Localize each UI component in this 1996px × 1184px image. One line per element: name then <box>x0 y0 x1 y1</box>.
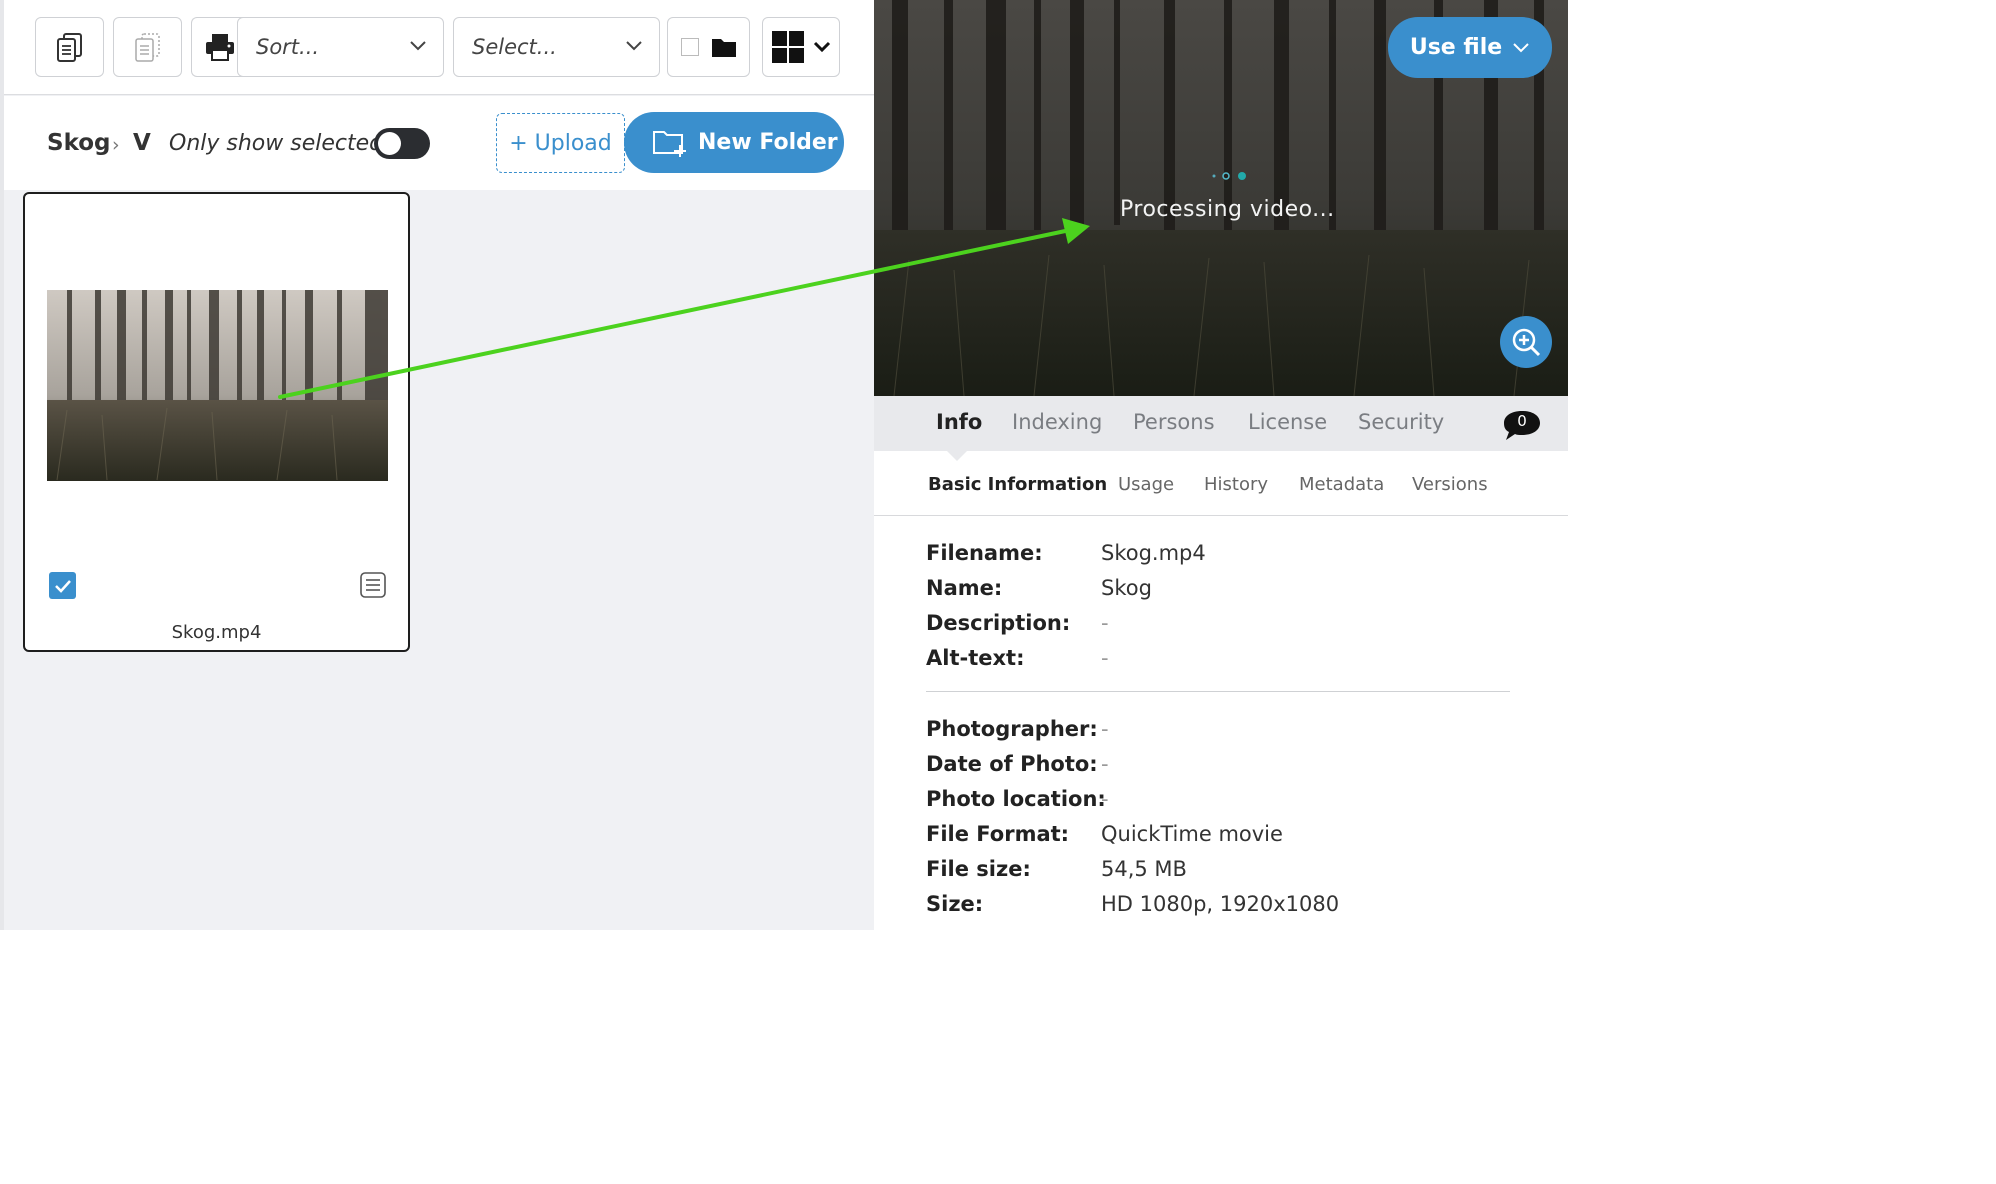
copy-button[interactable] <box>35 17 104 77</box>
info-label: Name: <box>926 576 1003 600</box>
file-browser-pane: Sort... Select... Skog › V Only show sel… <box>0 0 874 930</box>
print-icon <box>205 34 234 61</box>
info-label: Description: <box>926 611 1071 635</box>
info-divider <box>926 691 1510 692</box>
file-select-checkbox[interactable] <box>49 572 76 599</box>
info-value: - <box>1101 611 1109 635</box>
zoom-in-icon <box>1512 328 1541 357</box>
use-file-label: Use file <box>1409 35 1503 60</box>
comments-button[interactable]: 0 <box>1502 409 1542 443</box>
only-show-selected-toggle[interactable] <box>374 128 430 159</box>
chevron-down-icon <box>410 41 426 51</box>
breadcrumb-current[interactable]: V <box>133 130 151 156</box>
tab-indexing[interactable]: Indexing <box>1012 410 1102 434</box>
new-folder-icon <box>653 130 686 157</box>
info-label: Alt-text: <box>926 646 1025 670</box>
paste-document-icon <box>134 33 160 62</box>
info-value: - <box>1101 787 1109 811</box>
grid-view-icon <box>772 31 804 63</box>
paste-button[interactable] <box>113 17 182 77</box>
new-folder-button[interactable]: New Folder <box>624 112 844 173</box>
chevron-down-icon <box>626 41 642 51</box>
zoom-button[interactable] <box>1500 316 1552 368</box>
info-value: Skog <box>1101 576 1152 600</box>
tab-security[interactable]: Security <box>1358 410 1444 434</box>
info-value: Skog.mp4 <box>1101 541 1206 565</box>
select-placeholder: Select... <box>472 35 557 59</box>
only-show-selected-label: Only show selected <box>169 131 384 156</box>
processing-status: Processing video... <box>1120 197 1335 222</box>
info-value: - <box>1101 646 1109 670</box>
detail-tabs: Info Indexing Persons License Security <box>874 396 1568 451</box>
view-mode-button[interactable] <box>762 17 840 77</box>
info-label: Filename: <box>926 541 1043 565</box>
info-value: HD 1080p, 1920x1080 <box>1101 892 1340 916</box>
folder-icon <box>711 39 736 57</box>
info-label: Photo location: <box>926 787 1106 811</box>
info-label: Size: <box>926 892 984 916</box>
breadcrumb-separator-icon: › <box>112 134 120 156</box>
video-thumbnail[interactable] <box>47 290 388 481</box>
comment-count: 0 <box>1517 412 1527 430</box>
subtab-metadata[interactable]: Metadata <box>1299 474 1384 495</box>
loading-spinner-icon <box>1212 172 1246 180</box>
info-label: File size: <box>926 857 1031 881</box>
document-details-icon[interactable] <box>359 571 387 599</box>
checkmark-icon <box>55 580 71 593</box>
copy-document-icon <box>56 33 82 62</box>
info-label: Date of Photo: <box>926 752 1098 776</box>
video-preview: Processing video... Use file <box>874 0 1568 396</box>
info-value: 54,5 MB <box>1101 857 1187 881</box>
subtab-versions[interactable]: Versions <box>1412 474 1488 495</box>
info-value: - <box>1101 752 1109 776</box>
sort-dropdown[interactable]: Sort... <box>237 17 444 77</box>
details-pane: Processing video... Use file Info Indexi… <box>874 0 1568 930</box>
folder-checkbox[interactable] <box>680 38 699 56</box>
info-value: - <box>1101 717 1109 741</box>
upload-button[interactable]: + Upload <box>496 113 625 173</box>
subtab-history[interactable]: History <box>1204 474 1268 495</box>
toolbar: Sort... Select... <box>4 0 874 95</box>
info-value: QuickTime movie <box>1101 822 1283 846</box>
file-card[interactable]: Skog.mp4 <box>23 192 410 652</box>
sort-placeholder: Sort... <box>256 35 320 59</box>
info-label: Photographer: <box>926 717 1098 741</box>
breadcrumb-root[interactable]: Skog <box>47 130 111 156</box>
chevron-down-icon <box>1513 42 1529 52</box>
tab-info[interactable]: Info <box>936 410 982 434</box>
file-card-name: Skog.mp4 <box>171 622 262 643</box>
info-label: File Format: <box>926 822 1070 846</box>
new-folder-label: New Folder <box>698 130 838 155</box>
chevron-down-icon <box>813 41 831 53</box>
detail-subtabs: Basic Information Usage History Metadata… <box>874 451 1568 516</box>
toggle-knob <box>378 132 401 155</box>
forest-thumbnail-image <box>47 290 388 481</box>
use-file-button[interactable]: Use file <box>1388 17 1552 78</box>
subtab-usage[interactable]: Usage <box>1118 474 1174 495</box>
folder-filter-button[interactable] <box>667 17 750 77</box>
subtab-basic-information[interactable]: Basic Information <box>928 474 1107 495</box>
select-dropdown[interactable]: Select... <box>453 17 660 77</box>
tab-license[interactable]: License <box>1248 410 1327 434</box>
tab-persons[interactable]: Persons <box>1133 410 1215 434</box>
